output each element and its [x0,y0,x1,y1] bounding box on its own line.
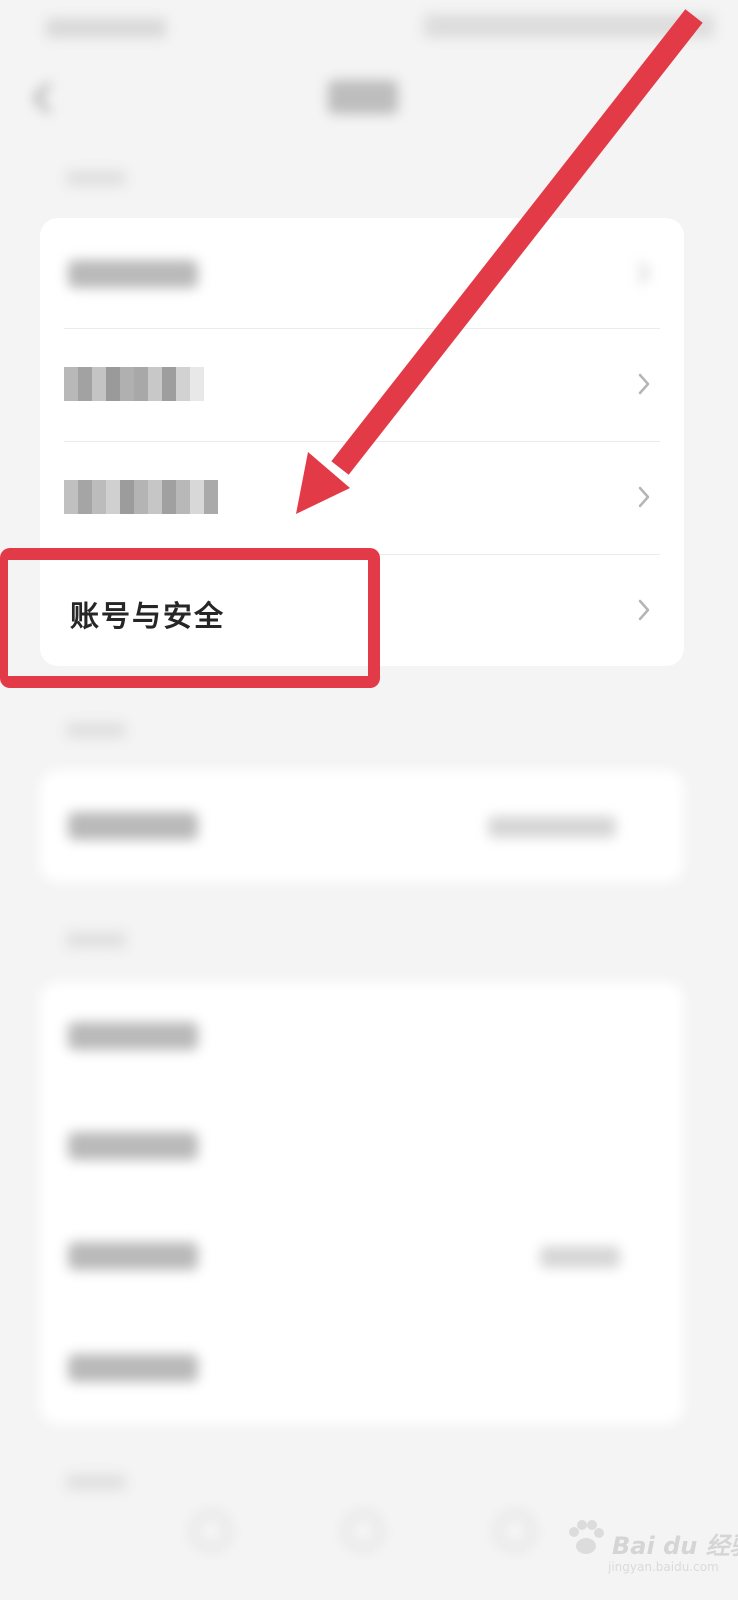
watermark-url: jingyan.baidu.com [608,1560,719,1574]
baidu-jingyan-watermark: Bai du 经验 jingyan.baidu.com [564,1506,738,1586]
watermark-logo-text: Bai du 经验 [612,1532,738,1560]
annotation-arrow [296,9,703,514]
paw-icon [569,1520,604,1554]
arrow-shaft [331,9,703,475]
